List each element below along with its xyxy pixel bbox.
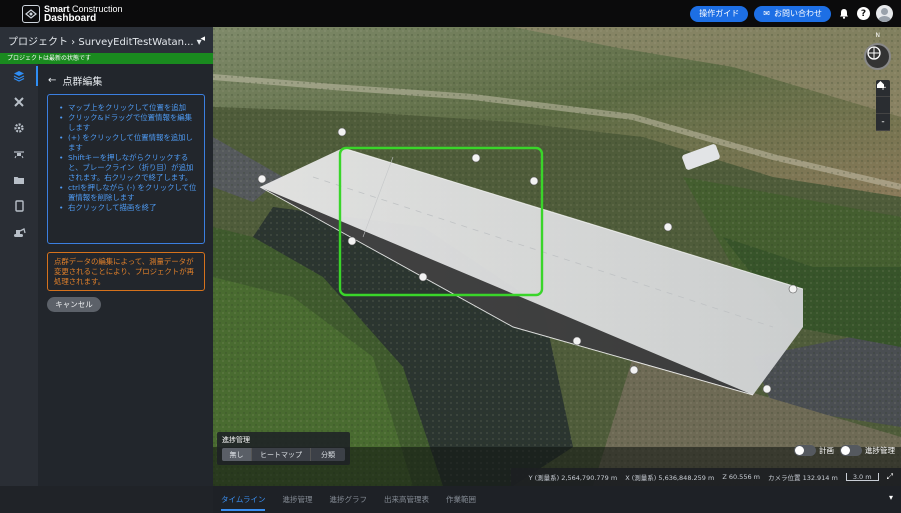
drone-icon[interactable] — [0, 142, 38, 166]
instruction-item: マップ上をクリックして位置を追加 — [54, 103, 198, 113]
app-logo-icon[interactable] — [22, 4, 40, 23]
progress-option-heatmap[interactable]: ヒートマップ — [252, 448, 311, 461]
help-icon[interactable]: ? — [857, 7, 870, 20]
scale-bar: 3.0 m — [845, 473, 879, 481]
cancel-button[interactable]: キャンセル — [47, 297, 101, 312]
plan-toggle-switch[interactable] — [794, 445, 816, 456]
point-cloud-edit-panel: ← 点群編集 マップ上をクリックして位置を追加 クリック&ドラッグで位置情報を編… — [38, 64, 213, 513]
compass-icon[interactable] — [864, 43, 891, 70]
fullscreen-icon[interactable]: ⤢ — [887, 472, 893, 482]
tablet-icon[interactable] — [0, 194, 38, 218]
back-arrow-icon[interactable]: ← — [48, 75, 56, 86]
instruction-item: クリック&ドラッグで位置情報を編集します — [54, 113, 198, 133]
instruction-item: 右クリックして描画を終了 — [54, 203, 198, 213]
progress-toggle[interactable]: 進捗管理 — [840, 445, 895, 456]
notification-bell-icon[interactable] — [837, 7, 851, 21]
tools-icon[interactable] — [0, 90, 38, 114]
camera-height: カメラ位置 132.914 m — [768, 474, 838, 482]
coordinate-readout: Y (測量系) 2,564,790.779 m X (測量系) 5,636,84… — [511, 468, 901, 486]
coord-z: Z 60.556 m — [722, 473, 760, 481]
panel-header: ← 点群編集 — [48, 73, 102, 88]
point-cloud-scene[interactable] — [213, 27, 901, 486]
project-selector[interactable]: プロジェクト › SurveyEditTestWatan... ▾ — [8, 33, 202, 48]
excavator-icon[interactable] — [0, 220, 38, 244]
bottom-tab-bar: タイムライン 進捗管理 進捗グラフ 出来高管理表 作業範囲 ▾ — [213, 486, 901, 513]
progress-management-panel: 進捗管理 無し ヒートマップ 分類 — [217, 432, 350, 465]
coord-y: Y (測量系) 2,564,790.779 m — [528, 474, 618, 482]
gear-icon[interactable] — [0, 116, 38, 140]
instruction-item: ctrlを押しながら (-) をクリックして位置情報を削除します — [54, 183, 198, 203]
map-controls: + - — [876, 80, 890, 131]
progress-toggle-label: 進捗管理 — [865, 446, 895, 455]
progress-title: 進捗管理 — [222, 436, 250, 444]
progress-mode-segmented: 無し ヒートマップ 分類 — [222, 448, 345, 461]
collapse-panel-icon[interactable]: ◂ — [200, 34, 205, 44]
map-viewport[interactable]: N + - 進捗管理 無し ヒートマップ 分類 計画 進捗管理 Y (測量系) … — [213, 27, 901, 486]
reprocess-warning: 点群データの編集によって、測量データが変更されることにより、プロジェクトが再処理… — [47, 252, 205, 291]
left-bottom-strip — [0, 486, 213, 513]
progress-option-classify[interactable]: 分類 — [311, 448, 345, 461]
chevron-down-icon[interactable]: ▾ — [889, 493, 893, 502]
instruction-item: Shiftキーを押しながらクリックすると、ブレークライン（折り目）が追加されます… — [54, 153, 198, 183]
zoom-out-button[interactable]: - — [876, 114, 890, 131]
mail-icon: ✉ — [763, 9, 770, 18]
folder-icon[interactable] — [0, 168, 38, 192]
top-header: Smart Construction Dashboard 操作ガイド ✉ お問い… — [0, 0, 901, 27]
progress-option-none[interactable]: 無し — [222, 448, 252, 461]
tab-volume-table[interactable]: 出来高管理表 — [384, 486, 429, 513]
tab-progress[interactable]: 進捗管理 — [282, 486, 312, 513]
brand-title: Smart Construction Dashboard — [44, 3, 123, 24]
left-nav-rail — [0, 64, 38, 513]
instructions-box: マップ上をクリックして位置を追加 クリック&ドラッグで位置情報を編集します (+… — [47, 94, 205, 244]
operation-guide-button[interactable]: 操作ガイド — [690, 5, 749, 22]
contact-button[interactable]: ✉ お問い合わせ — [754, 5, 831, 22]
panel-title: 点群編集 — [62, 77, 103, 88]
compass-north-label: N — [875, 32, 881, 39]
instruction-item: (+) をクリックして位置情報を追加します — [54, 133, 198, 153]
contact-label: お問い合わせ — [774, 9, 822, 18]
layers-icon[interactable] — [0, 64, 38, 88]
plan-toggle-label: 計画 — [819, 446, 834, 455]
project-breadcrumb[interactable]: プロジェクト › SurveyEditTestWatan... ▾ ◂ — [0, 27, 213, 53]
plan-toggle[interactable]: 計画 — [794, 445, 834, 456]
tab-work-area[interactable]: 作業範囲 — [446, 486, 476, 513]
tab-progress-graph[interactable]: 進捗グラフ — [329, 486, 367, 513]
user-avatar[interactable] — [876, 5, 893, 22]
layer-toggles: 計画 進捗管理 — [794, 445, 895, 456]
project-status-bar: プロジェクトは最新の状態です — [0, 53, 213, 64]
home-icon[interactable] — [876, 81, 890, 114]
coord-x: X (測量系) 5,636,848.259 m — [625, 474, 715, 482]
progress-toggle-switch[interactable] — [840, 445, 862, 456]
tab-timeline[interactable]: タイムライン — [221, 486, 266, 513]
